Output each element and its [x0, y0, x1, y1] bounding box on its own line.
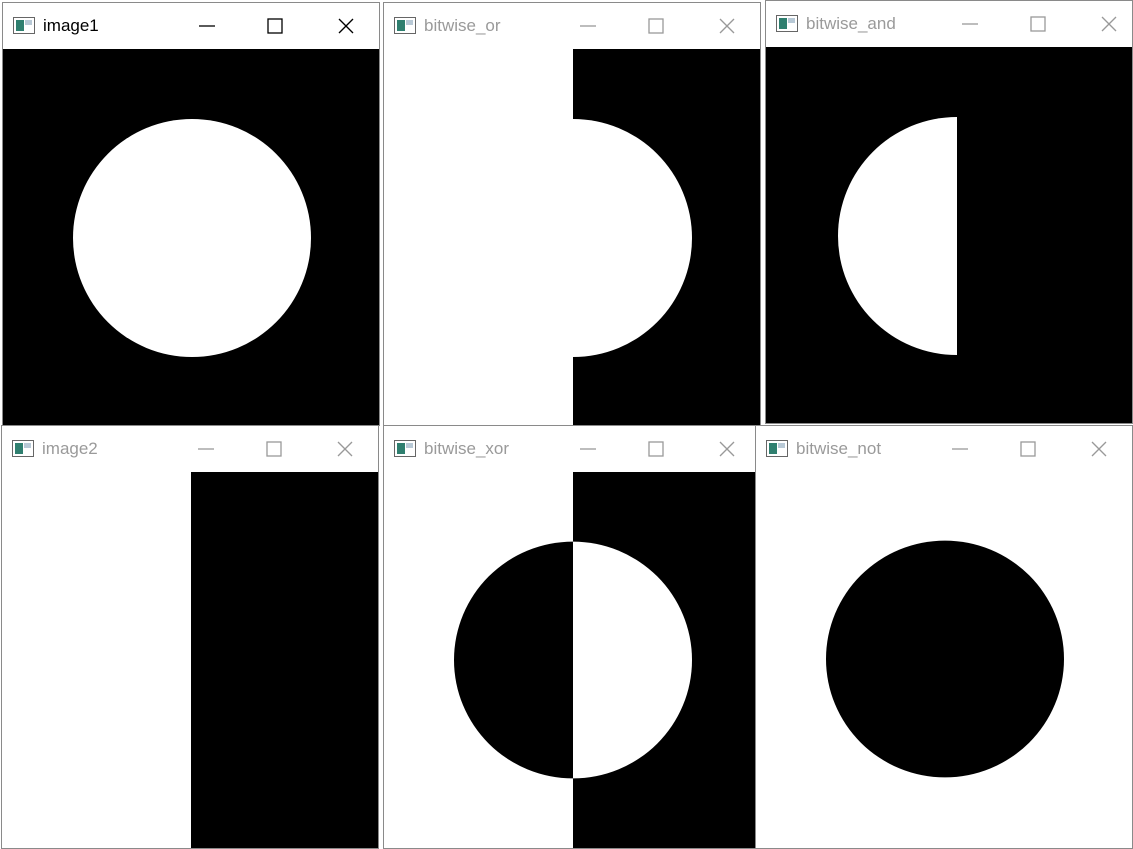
image-canvas	[756, 472, 1132, 848]
titlebar[interactable]: image1	[3, 3, 379, 49]
app-window-icon	[394, 17, 416, 34]
app-window-icon	[776, 15, 798, 32]
window-bitwise-not[interactable]: bitwise_not	[755, 425, 1133, 849]
window-title: bitwise_and	[806, 14, 896, 33]
window-bitwise-or[interactable]: bitwise_or	[383, 2, 761, 426]
close-icon[interactable]	[334, 14, 358, 38]
close-icon[interactable]	[333, 437, 357, 461]
image-canvas	[384, 49, 760, 425]
titlebar[interactable]: image2	[2, 426, 378, 472]
app-window-icon	[13, 17, 35, 34]
black-circle	[826, 540, 1064, 778]
minimize-icon[interactable]	[958, 12, 982, 36]
image-canvas	[766, 47, 1132, 423]
titlebar[interactable]: bitwise_or	[384, 3, 760, 49]
app-window-icon	[766, 440, 788, 457]
minimize-icon[interactable]	[194, 437, 218, 461]
window-bitwise-and[interactable]: bitwise_and	[765, 0, 1133, 424]
window-title: bitwise_or	[424, 16, 501, 35]
maximize-icon[interactable]	[644, 14, 668, 38]
maximize-icon[interactable]	[1016, 437, 1040, 461]
window-bitwise-xor[interactable]: bitwise_xor	[383, 425, 757, 849]
maximize-icon[interactable]	[263, 14, 287, 38]
minimize-icon[interactable]	[195, 14, 219, 38]
close-icon[interactable]	[1087, 437, 1111, 461]
maximize-icon[interactable]	[1026, 12, 1050, 36]
image-canvas	[2, 472, 378, 848]
image-canvas	[3, 49, 379, 425]
titlebar[interactable]: bitwise_and	[766, 1, 1132, 47]
window-title: image1	[43, 16, 99, 35]
window-image2[interactable]: image2	[1, 425, 379, 849]
close-icon[interactable]	[715, 437, 739, 461]
app-window-icon	[394, 440, 416, 457]
titlebar[interactable]: bitwise_not	[756, 426, 1132, 472]
app-window-icon	[12, 440, 34, 457]
window-image1[interactable]: image1	[2, 2, 380, 426]
image-canvas	[384, 472, 756, 848]
minimize-icon[interactable]	[948, 437, 972, 461]
close-icon[interactable]	[715, 14, 739, 38]
close-icon[interactable]	[1097, 12, 1121, 36]
window-title: bitwise_not	[796, 439, 882, 458]
window-title: image2	[42, 439, 98, 458]
white-circle	[73, 119, 311, 357]
window-title: bitwise_xor	[424, 439, 510, 458]
maximize-icon[interactable]	[644, 437, 668, 461]
minimize-icon[interactable]	[576, 14, 600, 38]
black-right-half	[191, 472, 378, 848]
minimize-icon[interactable]	[576, 437, 600, 461]
maximize-icon[interactable]	[262, 437, 286, 461]
white-circle	[454, 119, 692, 357]
titlebar[interactable]: bitwise_xor	[384, 426, 756, 472]
